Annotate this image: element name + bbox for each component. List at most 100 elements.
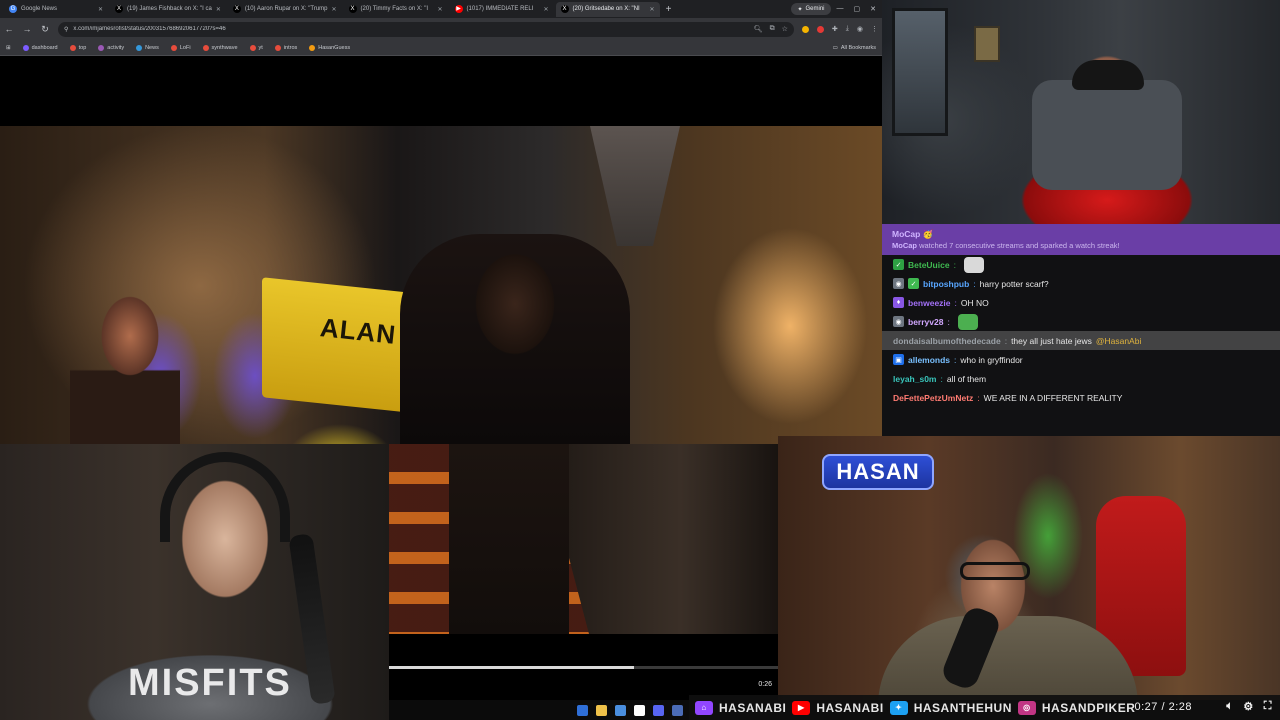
app-icon[interactable] xyxy=(615,704,626,716)
chat-username[interactable]: benweezie xyxy=(908,298,951,308)
download-icon[interactable]: ⤓ xyxy=(846,25,849,33)
puzzle-extensions-icon[interactable]: ✚ xyxy=(832,25,838,33)
tab-close-icon[interactable]: ✕ xyxy=(438,6,443,13)
app-icon[interactable] xyxy=(672,704,683,716)
chat-message: ♦ benweezie: OH NO xyxy=(882,293,1280,312)
search-icon[interactable]: 🔍︎ xyxy=(754,25,763,33)
settings-gear-icon[interactable]: ⚙ xyxy=(1243,700,1253,713)
chat-text: they all just hate jews xyxy=(1011,335,1092,346)
social-handle: HASANTHEHUN xyxy=(913,700,1012,715)
tweet-video-frame[interactable]: ALAN xyxy=(0,126,882,444)
back-arrow-icon[interactable]: ← xyxy=(4,24,14,34)
chat-mention[interactable]: @HasanAbi xyxy=(1096,336,1141,346)
new-tab-button[interactable]: + xyxy=(662,4,676,15)
bookmark-item[interactable]: LoFi xyxy=(170,44,191,51)
chat-username[interactable]: leyah_s0m xyxy=(893,374,936,384)
browser-tab[interactable]: X (10) Aaron Rupar on X: "Trump ✕ xyxy=(228,2,342,17)
bookmark-item[interactable]: synthwave xyxy=(202,44,238,51)
tab-title: (20) Timmy Facts on X: "I xyxy=(360,6,429,12)
profile-icon[interactable]: ◉ xyxy=(857,25,863,33)
forward-arrow-icon[interactable]: → xyxy=(22,24,32,34)
bookmark-label: synthwave xyxy=(211,44,238,51)
chat-text: OH NO xyxy=(960,297,989,308)
player-controls: 🔈︎ ⚙ ⛶ xyxy=(1226,700,1272,713)
chat-username[interactable]: dondaisalbumofthedecade xyxy=(893,336,1001,346)
apps-grid-icon[interactable]: ⊞ xyxy=(6,45,11,51)
bookmark-item[interactable]: top xyxy=(69,44,86,51)
chat-message: ✓ BeteUuice: xyxy=(882,255,1280,274)
address-bar[interactable]: ⚲ x.com/imjamesrofist/status/20031576869… xyxy=(58,21,794,37)
browser-tab[interactable]: ▶ (1017) IMMEDIATE RELI ✕ xyxy=(450,2,554,17)
bookmark-item[interactable]: intros xyxy=(274,44,297,51)
chat-messages: ✓ BeteUuice: ◉ ✓ bitposhpub: harry potter sca… xyxy=(882,255,1280,407)
minimize-icon[interactable]: — xyxy=(837,5,844,13)
bookmark-item[interactable]: dashboard xyxy=(22,44,58,51)
browser-tab[interactable]: X (19) James Fishback on X: "I ca ✕ xyxy=(110,2,226,17)
chat-username[interactable]: bitposhpub xyxy=(923,279,969,289)
menu-dots-icon[interactable]: ⋮ xyxy=(871,25,878,33)
fullscreen-icon[interactable]: ⛶ xyxy=(1264,700,1272,713)
tab-title: Google News xyxy=(21,6,58,12)
url-text[interactable]: x.com/imjamesrofist/status/2003157686920… xyxy=(73,26,225,32)
chat-username[interactable]: BeteUuice xyxy=(908,260,950,270)
gemini-button[interactable]: ✦ Gemini xyxy=(791,3,831,15)
tab-close-icon[interactable]: ✕ xyxy=(544,6,549,13)
chat-separator: : xyxy=(973,278,976,289)
maximize-icon[interactable]: ▢ xyxy=(854,5,861,13)
headphones xyxy=(160,452,290,542)
bookmark-star-icon[interactable]: ☆ xyxy=(782,25,788,33)
tab-title: (20) Gritsedabe on X: "NI xyxy=(572,6,640,12)
banner-message-username[interactable]: MoCap xyxy=(892,241,917,250)
wall-frame xyxy=(974,26,1000,62)
tab-title: (19) James Fishback on X: "I ca xyxy=(127,6,212,12)
tab-close-icon[interactable]: ✕ xyxy=(216,6,221,13)
extensions-area: ✚ ⤓ ◉ ⋮ xyxy=(801,25,878,33)
browser-toolbar: ← → ↻ ⚲ x.com/imjamesrofist/status/20031… xyxy=(0,18,882,40)
browser-tab[interactable]: G Google News ✕ xyxy=(4,2,108,17)
bookmark-label: yt xyxy=(258,44,263,51)
bookmark-item[interactable]: HasanGuess xyxy=(309,44,350,51)
tab-title: (1017) IMMEDIATE RELI xyxy=(466,6,534,12)
bookmark-item[interactable]: News xyxy=(136,44,159,51)
folder-icon[interactable] xyxy=(596,704,607,716)
chat-message: ◉ berryv28: xyxy=(882,312,1280,331)
all-bookmarks-button[interactable]: ▭ All Bookmarks xyxy=(833,45,876,51)
extension-icon[interactable] xyxy=(816,25,824,33)
window-controls: — ▢ ✕ xyxy=(837,5,883,13)
x-logo-icon: X xyxy=(560,5,569,13)
chat-separator: : xyxy=(954,354,957,365)
browser-tab[interactable]: X (20) Timmy Facts on X: "I ✕ xyxy=(344,2,448,17)
webcam-top-right xyxy=(882,0,1280,224)
site-info-icon[interactable]: ⚲ xyxy=(64,26,68,33)
tab-close-icon[interactable]: ✕ xyxy=(650,6,655,13)
chat-username[interactable]: DeFettePetzUmNetz xyxy=(893,393,973,403)
chat-badge-icon: ✓ xyxy=(908,278,919,289)
progress-bar[interactable] xyxy=(389,666,778,669)
banner-username[interactable]: MoCap xyxy=(892,229,920,239)
x-logo-icon: X xyxy=(115,5,123,13)
bookmarks-bar: ⊞ dashboard top activity News LoFi synthwave y… xyxy=(0,40,882,56)
street-sky xyxy=(590,126,680,246)
cast-icon[interactable]: ⧉ xyxy=(770,25,775,33)
discord-icon[interactable] xyxy=(653,704,664,716)
streamer-hair xyxy=(1072,60,1144,90)
banner-message: watched 7 consecutive streams and sparke… xyxy=(919,241,1120,250)
tab-close-icon[interactable]: ✕ xyxy=(98,6,103,13)
volume-icon[interactable]: 🔈︎ xyxy=(1226,700,1233,713)
chat-username[interactable]: allemonds xyxy=(908,355,950,365)
player-time: 0:26 xyxy=(758,681,772,688)
extension-icon[interactable] xyxy=(801,25,809,33)
twitter-icon: ✦ xyxy=(889,700,908,715)
close-window-icon[interactable]: ✕ xyxy=(870,5,876,13)
microphone xyxy=(288,533,336,705)
watch-streak-banner: MoCap 🥳 MoCap watched 7 consecutive stre… xyxy=(882,224,1280,255)
bookmark-item[interactable]: yt xyxy=(249,44,263,51)
reload-icon[interactable]: ↻ xyxy=(40,24,50,35)
video-player[interactable]: 0:26 xyxy=(389,444,778,700)
tab-close-icon[interactable]: ✕ xyxy=(332,6,337,13)
windows-start-icon[interactable] xyxy=(577,704,588,716)
bookmark-item[interactable]: activity xyxy=(98,44,124,51)
chrome-icon[interactable] xyxy=(634,704,645,716)
browser-tab[interactable]: X (20) Gritsedabe on X: "NI ✕ xyxy=(555,1,660,17)
chat-username[interactable]: berryv28 xyxy=(908,317,943,327)
